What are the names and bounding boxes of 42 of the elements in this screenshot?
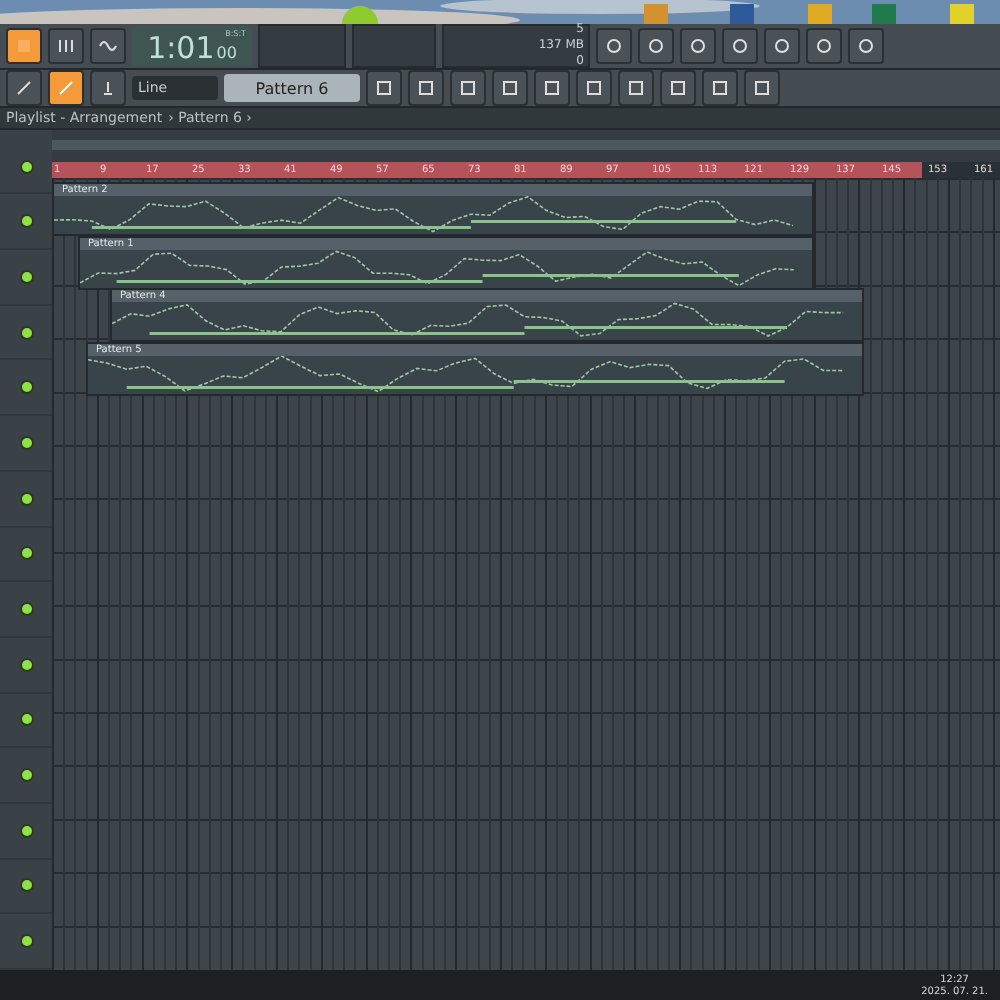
download-button[interactable]: [744, 70, 780, 106]
playlist-button[interactable]: [366, 70, 402, 106]
save-button[interactable]: [764, 28, 800, 64]
pencil-icon: [14, 78, 34, 98]
track-toggle[interactable]: [19, 657, 33, 672]
track-toggle[interactable]: [19, 159, 33, 174]
piano-roll-button[interactable]: [408, 70, 444, 106]
add-button[interactable]: [48, 28, 84, 64]
track-toggle[interactable]: [19, 768, 33, 783]
track-toggle[interactable]: [19, 214, 33, 229]
pattern-song-button[interactable]: [6, 28, 42, 64]
horizontal-scrollbar[interactable]: [52, 130, 1000, 162]
stamp-button[interactable]: [90, 70, 126, 106]
plugin-button[interactable]: [618, 70, 654, 106]
file-button[interactable]: [576, 70, 612, 106]
microphone-button[interactable]: [680, 28, 716, 64]
track-toggle[interactable]: [19, 934, 33, 949]
export-button[interactable]: [806, 28, 842, 64]
figure-button[interactable]: [660, 70, 696, 106]
wave-button[interactable]: [90, 28, 126, 64]
track-toggle[interactable]: [19, 325, 33, 340]
draw-button[interactable]: [6, 70, 42, 106]
track-toggle[interactable]: [19, 269, 33, 284]
track-toggle[interactable]: [19, 435, 33, 450]
track-toggle[interactable]: [19, 823, 33, 838]
track-toggle[interactable]: [19, 491, 33, 506]
browser-button[interactable]: [534, 70, 570, 106]
track-toggle[interactable]: [19, 380, 33, 395]
help-button[interactable]: [722, 28, 758, 64]
track-toggle[interactable]: [19, 878, 33, 893]
plug-button[interactable]: [702, 70, 738, 106]
track-toggle[interactable]: [19, 602, 33, 617]
paint-button[interactable]: [48, 70, 84, 106]
mixer-button[interactable]: [492, 70, 528, 106]
chat-button[interactable]: [848, 28, 884, 64]
cut-button[interactable]: [638, 28, 674, 64]
track-toggle[interactable]: [19, 712, 33, 727]
wave-icon: [98, 36, 118, 56]
stamp-icon: [98, 78, 118, 98]
track-toggle[interactable]: [19, 546, 33, 561]
pattern-selector[interactable]: Pattern 6: [224, 74, 360, 102]
reset-button[interactable]: [596, 28, 632, 64]
